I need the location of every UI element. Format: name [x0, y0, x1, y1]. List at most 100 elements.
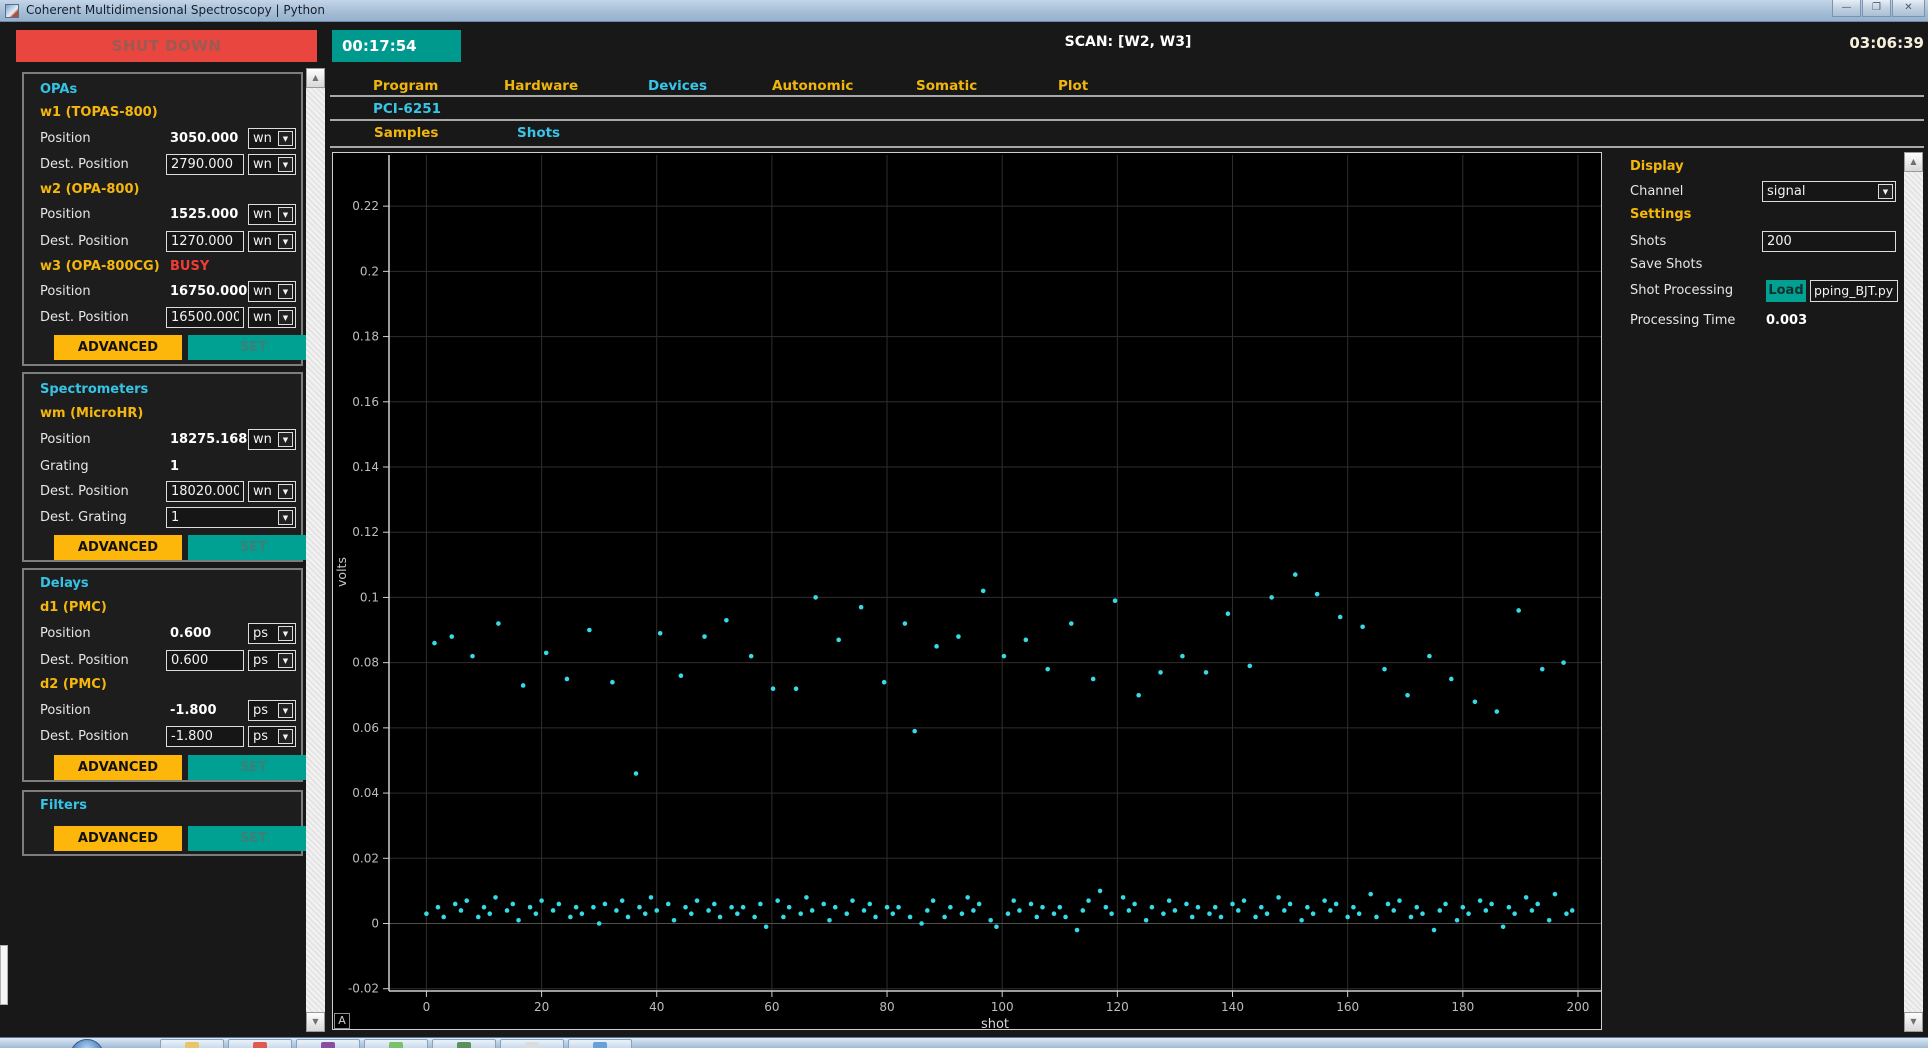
data-point: [1466, 911, 1471, 916]
wm-dest-grating-select[interactable]: 1 ▼: [166, 507, 296, 528]
scroll-up-icon[interactable]: ▲: [1904, 152, 1923, 172]
data-point: [603, 902, 608, 907]
dropdown-arrow-icon[interactable]: ▼: [278, 131, 293, 146]
dropdown-arrow-icon[interactable]: ▼: [278, 234, 293, 249]
d1-position-units-select[interactable]: ps ▼: [248, 623, 296, 644]
x-tick-label: 100: [991, 1000, 1014, 1014]
d2-position-units-select[interactable]: ps ▼: [248, 700, 296, 721]
taskbar-app-3[interactable]: [296, 1039, 360, 1048]
dropdown-arrow-icon[interactable]: ▼: [278, 626, 293, 641]
dropdown-arrow-icon[interactable]: ▼: [278, 432, 293, 447]
tab-autonomic[interactable]: Autonomic: [772, 78, 853, 94]
w2-position-units-select[interactable]: wn ▼: [248, 204, 296, 225]
minimize-icon[interactable]: —: [1832, 0, 1861, 17]
channel-select[interactable]: signal ▼: [1762, 181, 1896, 202]
data-point: [1484, 908, 1489, 913]
dropdown-arrow-icon[interactable]: ▼: [278, 703, 293, 718]
data-point: [649, 895, 654, 900]
shots-input[interactable]: [1762, 231, 1896, 252]
opas-advanced-button[interactable]: ADVANCED: [54, 335, 182, 360]
opas-set-button[interactable]: SET: [188, 335, 319, 360]
restore-icon[interactable]: ❐: [1862, 0, 1891, 17]
tab-program[interactable]: Program: [373, 78, 438, 94]
subtab-samples[interactable]: Samples: [374, 125, 438, 141]
data-point: [1553, 892, 1558, 897]
dropdown-arrow-icon[interactable]: ▼: [278, 510, 293, 525]
dropdown-arrow-icon[interactable]: ▼: [278, 207, 293, 222]
dropdown-arrow-icon[interactable]: ▼: [278, 157, 293, 172]
taskbar-app-6[interactable]: [500, 1039, 564, 1048]
taskbar-app-1[interactable]: [160, 1039, 224, 1048]
w1-position-units-select[interactable]: wn ▼: [248, 128, 296, 149]
opas-panel: OPAs w1 (TOPAS-800) Position 3050.000 wn…: [22, 72, 303, 366]
d1-dest-input[interactable]: [166, 650, 244, 671]
plot-autoscale-button[interactable]: A: [334, 1013, 350, 1029]
display-title: Display: [1630, 159, 1684, 174]
data-point: [1512, 911, 1517, 916]
dropdown-arrow-icon[interactable]: ▼: [278, 310, 293, 325]
filters-set-button[interactable]: SET: [188, 826, 319, 851]
close-icon[interactable]: ✕: [1892, 0, 1925, 17]
processing-time-value: 0.003: [1766, 313, 1807, 328]
tab-hardware[interactable]: Hardware: [504, 78, 578, 94]
tab-somatic[interactable]: Somatic: [916, 78, 977, 94]
w2-dest-units-select[interactable]: wn ▼: [248, 231, 296, 252]
spectrometers-set-button[interactable]: SET: [188, 535, 319, 560]
sidebar-scrollbar[interactable]: [306, 68, 325, 1032]
w2-dest-input[interactable]: [166, 231, 244, 252]
load-script-button[interactable]: Load: [1766, 280, 1806, 302]
scroll-down-icon[interactable]: ▼: [1904, 1012, 1923, 1032]
subtab-shots[interactable]: Shots: [517, 125, 560, 141]
scroll-up-icon[interactable]: ▲: [306, 68, 325, 88]
spectrometers-advanced-button[interactable]: ADVANCED: [54, 535, 182, 560]
w1-dest-input[interactable]: [166, 154, 244, 175]
delays-set-button[interactable]: SET: [188, 755, 319, 780]
w3-position-units-select[interactable]: wn ▼: [248, 281, 296, 302]
scroll-down-icon[interactable]: ▼: [306, 1012, 325, 1032]
data-point: [859, 605, 864, 610]
w3-dest-units-select[interactable]: wn ▼: [248, 307, 296, 328]
data-point: [1161, 911, 1166, 916]
tab-plot[interactable]: Plot: [1058, 78, 1088, 94]
y-tick-label: 0.2: [360, 264, 379, 278]
data-point: [919, 921, 924, 926]
dropdown-arrow-icon[interactable]: ▼: [1878, 184, 1893, 199]
taskbar-app-7[interactable]: [568, 1039, 632, 1048]
shutdown-button[interactable]: SHUT DOWN: [16, 30, 317, 62]
w3-dest-input[interactable]: [166, 307, 244, 328]
dropdown-arrow-icon[interactable]: ▼: [278, 653, 293, 668]
d2-dest-units-select[interactable]: ps ▼: [248, 726, 296, 747]
wm-dest-units-select[interactable]: wn ▼: [248, 481, 296, 502]
tab-devices[interactable]: Devices: [648, 78, 707, 94]
shot-processing-file[interactable]: pping_BJT.py: [1810, 280, 1898, 302]
data-point: [1113, 598, 1118, 603]
y-tick-label: 0.04: [352, 786, 379, 800]
w1-dest-units-select[interactable]: wn ▼: [248, 154, 296, 175]
d1-dest-units-select[interactable]: ps ▼: [248, 650, 296, 671]
w3-position-value: 16750.000: [170, 284, 248, 299]
tab-pci-6251[interactable]: PCI-6251: [373, 101, 441, 117]
title-bar[interactable]: Coherent Multidimensional Spectroscopy |…: [0, 0, 1928, 22]
dropdown-arrow-icon[interactable]: ▼: [278, 484, 293, 499]
d2-dest-input[interactable]: [166, 726, 244, 747]
w2-position-units-value: wn: [249, 207, 276, 222]
dropdown-arrow-icon[interactable]: ▼: [278, 284, 293, 299]
d2-position-value: -1.800: [170, 703, 248, 718]
data-point: [1029, 902, 1034, 907]
data-point: [1427, 654, 1432, 659]
dropdown-arrow-icon[interactable]: ▼: [278, 729, 293, 744]
wm-dest-input[interactable]: [166, 481, 244, 502]
data-point: [1494, 709, 1499, 714]
data-point: [1144, 918, 1149, 923]
shots-plot[interactable]: -0.0200.020.040.060.080.10.120.140.160.1…: [333, 153, 1601, 1029]
taskbar-app-4[interactable]: [364, 1039, 428, 1048]
delays-advanced-button[interactable]: ADVANCED: [54, 755, 182, 780]
x-tick-label: 180: [1451, 1000, 1474, 1014]
wm-position-units-select[interactable]: wn ▼: [248, 429, 296, 450]
data-point: [994, 924, 999, 929]
taskbar-app-2[interactable]: [228, 1039, 292, 1048]
filters-advanced-button[interactable]: ADVANCED: [54, 826, 182, 851]
data-point: [1564, 911, 1569, 916]
taskbar-app-5[interactable]: [432, 1039, 496, 1048]
right-panel-scrollbar[interactable]: [1904, 152, 1923, 1032]
